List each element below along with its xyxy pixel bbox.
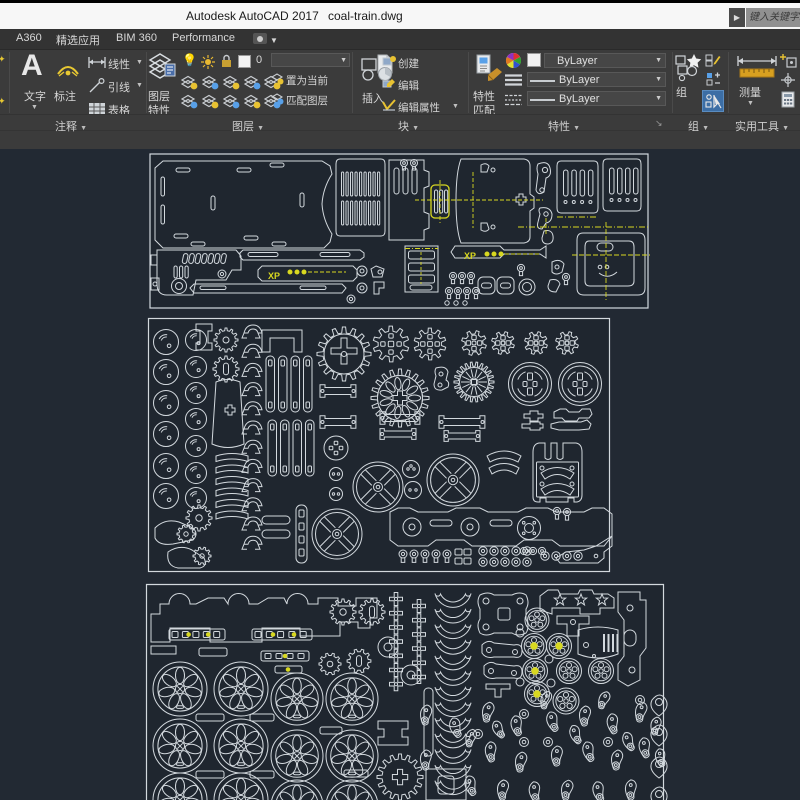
svg-text:XP: XP [464,251,476,261]
svg-text:XP: XP [268,271,280,281]
